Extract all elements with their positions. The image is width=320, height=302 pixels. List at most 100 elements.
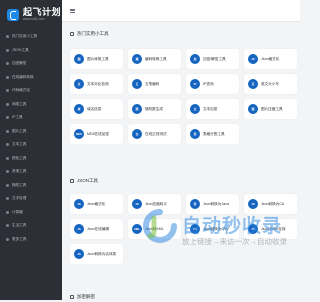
sidebar-item[interactable]: IP工具 bbox=[0, 111, 62, 125]
sidebar-item-label: 生活工具 bbox=[12, 223, 27, 228]
tool-card[interactable]: 图图片转换工具 bbox=[70, 49, 123, 69]
site-logo[interactable]: 起飞计划 www.k48.com bbox=[0, 0, 62, 30]
menu-toggle-icon[interactable] bbox=[70, 8, 75, 13]
tool-label: 图片转换工具 bbox=[87, 56, 109, 61]
tool-icon: IP bbox=[190, 79, 200, 89]
tool-card[interactable]: 文文本对比检测 bbox=[70, 74, 123, 94]
sidebar-item[interactable]: 文本工具 bbox=[0, 138, 62, 152]
tool-label: Json在线编辑 bbox=[87, 226, 109, 231]
tool-icon: 加 bbox=[190, 54, 200, 64]
tool-label: 域名信息 bbox=[87, 106, 102, 111]
sidebar-item-label: 计算器 bbox=[12, 209, 23, 214]
watermark: 自动秒收录 放上链接→来访一次→自动收录 bbox=[140, 203, 300, 278]
sidebar-item-icon bbox=[6, 197, 9, 201]
tool-icon: 图 bbox=[248, 104, 258, 114]
section-json-title: JSON工具 bbox=[77, 178, 99, 183]
sidebar-item-icon bbox=[6, 102, 9, 106]
tool-icon: JS bbox=[248, 54, 258, 64]
tool-card[interactable]: 英英文大小写 bbox=[244, 74, 297, 94]
sidebar-item[interactable]: 生活工具 bbox=[0, 219, 62, 233]
sidebar-item-label: 加密解密 bbox=[12, 61, 27, 66]
sidebar-item-label: 文字处理 bbox=[12, 196, 27, 201]
tool-card[interactable]: JS Json在线编辑 bbox=[70, 219, 123, 239]
sidebar-item[interactable]: 热门实用小工具 bbox=[0, 30, 62, 44]
tool-label: 表格分割工具 bbox=[203, 131, 225, 136]
sidebar-item[interactable]: 图片工具 bbox=[0, 125, 62, 139]
section-icon bbox=[70, 295, 74, 299]
watermark-title: 自动秒收录 bbox=[182, 216, 283, 237]
tool-card[interactable]: JS Json格式化 bbox=[70, 194, 123, 214]
popular-tools-grid: 图图片转换工具编编码转换工具加加密/解密工具 JS Json格式化文文本对比检测五五… bbox=[70, 49, 297, 144]
sidebar-item-label: 文本工具 bbox=[12, 142, 27, 147]
tool-card[interactable]: JS Json转换为实体类 bbox=[70, 244, 123, 264]
sidebar-item-label: 在线编码转换 bbox=[12, 74, 34, 79]
tool-card[interactable]: 图图片压缩工具 bbox=[244, 99, 297, 119]
tool-card[interactable]: 编编码转换工具 bbox=[128, 49, 181, 69]
tool-card[interactable]: MD5 MD5在线加密 bbox=[70, 124, 123, 144]
sidebar-item[interactable]: 颜色工具 bbox=[0, 152, 62, 166]
tool-label: 英文大小写 bbox=[261, 81, 279, 86]
section-next-title: 加密解密 bbox=[77, 294, 95, 299]
sidebar-item[interactable]: 计算器 bbox=[0, 206, 62, 220]
tool-label: 文本加密 bbox=[203, 106, 218, 111]
sidebar-menu: 热门实用小工具 JSON工具 加密解密在线编码转换代码格式化 网络工具 IP工具图片工具… bbox=[0, 30, 62, 246]
sidebar-item[interactable]: 文字处理 bbox=[0, 192, 62, 206]
tool-card[interactable]: 加加密/解密工具 bbox=[186, 49, 239, 69]
tool-icon: 在 bbox=[132, 129, 142, 139]
tool-card[interactable]: 文文本加密 bbox=[186, 99, 239, 119]
sidebar-item-label: JSON工具 bbox=[12, 47, 29, 52]
watermark-logo-icon bbox=[143, 209, 177, 243]
sidebar-item[interactable]: 更多工具 bbox=[0, 233, 62, 247]
sidebar: 起飞计划 www.k48.com 热门实用小工具 JSON工具 加密解密在线编码转换… bbox=[0, 0, 62, 300]
section-next-header: 加密解密 bbox=[70, 292, 95, 302]
tool-icon: 表 bbox=[190, 129, 200, 139]
sidebar-item[interactable]: 代码格式化 bbox=[0, 84, 62, 98]
sidebar-item-label: 热门实用小工具 bbox=[12, 34, 38, 39]
tool-label: Json转换为实体类 bbox=[87, 251, 117, 256]
sidebar-item-icon bbox=[6, 62, 9, 66]
tool-card[interactable]: 随随机数生成 bbox=[128, 99, 181, 119]
tool-label: Json格式化 bbox=[87, 201, 106, 206]
sidebar-item[interactable]: 随机工具 bbox=[0, 179, 62, 193]
sidebar-item-icon bbox=[6, 129, 9, 133]
sidebar-item-label: 图片工具 bbox=[12, 128, 27, 133]
tool-card[interactable]: 域域名信息 bbox=[70, 99, 123, 119]
tool-label: 加密/解密工具 bbox=[203, 56, 226, 61]
tool-icon: JS bbox=[74, 199, 84, 209]
tool-icon: 文 bbox=[190, 104, 200, 114]
logo-title: 起飞计划 bbox=[23, 7, 62, 18]
sidebar-item-label: 更多工具 bbox=[12, 236, 27, 241]
tool-icon: 随 bbox=[132, 104, 142, 114]
sidebar-item-icon bbox=[6, 224, 9, 228]
tool-label: 随机数生成 bbox=[145, 106, 163, 111]
tool-card[interactable]: 在在线正则测试 bbox=[128, 124, 181, 144]
tool-card[interactable]: 五五笔编码 bbox=[128, 74, 181, 94]
section-json-header: JSON工具 bbox=[70, 176, 98, 186]
sidebar-item-icon bbox=[6, 89, 9, 93]
sidebar-item-icon bbox=[6, 35, 9, 39]
logo-subtitle: www.k48.com bbox=[23, 17, 45, 22]
sidebar-item-label: 其他工具 bbox=[12, 169, 27, 174]
tool-label: MD5在线加密 bbox=[87, 131, 109, 136]
sidebar-item[interactable]: 其他工具 bbox=[0, 165, 62, 179]
tool-label: IP查询 bbox=[203, 81, 214, 86]
sidebar-item[interactable]: 网络工具 bbox=[0, 98, 62, 112]
sidebar-item-icon bbox=[6, 143, 9, 147]
sidebar-item-icon bbox=[6, 183, 9, 187]
watermark-subtitle: 放上链接→来访一次→自动收录 bbox=[182, 237, 287, 246]
sidebar-item-label: 颜色工具 bbox=[12, 155, 27, 160]
tool-icon: 文 bbox=[74, 79, 84, 89]
section-popular-header: 热门实用小工具 bbox=[70, 29, 109, 39]
tool-card[interactable]: JS Json格式化 bbox=[244, 49, 297, 69]
sidebar-item-icon bbox=[6, 237, 9, 241]
sidebar-item[interactable]: JSON工具 bbox=[0, 44, 62, 58]
tool-card[interactable]: 表表格分割工具 bbox=[186, 124, 239, 144]
tool-card[interactable]: IP IP查询 bbox=[186, 74, 239, 94]
sidebar-item[interactable]: 加密解密 bbox=[0, 57, 62, 71]
section-icon bbox=[70, 179, 74, 183]
tool-label: Json格式化 bbox=[261, 56, 280, 61]
tool-label: 编码转换工具 bbox=[145, 56, 167, 61]
sidebar-item[interactable]: 在线编码转换 bbox=[0, 71, 62, 85]
tool-icon: MD5 bbox=[74, 129, 84, 139]
sidebar-item-icon bbox=[6, 156, 9, 160]
